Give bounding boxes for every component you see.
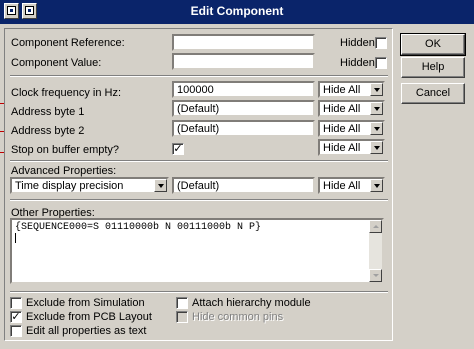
clock-visibility-value: Hide All	[323, 84, 361, 96]
scroll-down-icon[interactable]	[369, 269, 382, 282]
window-title: Edit Component	[190, 4, 284, 18]
separator	[10, 160, 388, 162]
other-properties-text: {SEQUENCE000=S 01110000b N 00111000b N P…	[15, 222, 262, 233]
attach-hierarchy-label: Attach hierarchy module	[192, 297, 311, 309]
help-button[interactable]: Help	[401, 57, 465, 78]
stop-checkbox[interactable]: ✓	[172, 143, 184, 155]
clock-label: Clock frequency in Hz:	[11, 87, 122, 99]
exclude-pcb-checkbox[interactable]: ✓	[10, 311, 22, 323]
advanced-visibility-select[interactable]: Hide All	[318, 177, 385, 194]
separator	[10, 75, 388, 77]
cancel-button[interactable]: Cancel	[401, 83, 465, 104]
address1-visibility-value: Hide All	[323, 103, 361, 115]
separator	[10, 291, 388, 293]
clock-visibility-select[interactable]: Hide All	[318, 81, 385, 98]
chevron-down-icon[interactable]	[370, 141, 383, 154]
ok-button[interactable]: OK	[400, 33, 466, 56]
reference-input[interactable]	[172, 34, 315, 51]
address1-input[interactable]: (Default)	[172, 100, 315, 117]
chevron-down-icon[interactable]	[154, 179, 167, 192]
chevron-down-icon[interactable]	[370, 122, 383, 135]
title-bar[interactable]: Edit Component	[0, 0, 474, 24]
edit-all-label: Edit all properties as text	[26, 325, 147, 337]
chevron-down-icon[interactable]	[370, 179, 383, 192]
value-hidden-label: Hidden:	[340, 57, 378, 69]
address2-visibility-value: Hide All	[323, 123, 361, 135]
exclude-simulation-checkbox[interactable]	[10, 297, 22, 309]
reference-hidden-checkbox[interactable]	[375, 37, 387, 49]
value-input[interactable]	[172, 53, 315, 70]
value-hidden-checkbox[interactable]	[375, 57, 387, 69]
address2-label: Address byte 2	[11, 125, 85, 137]
advanced-visibility-value: Hide All	[323, 180, 361, 192]
other-properties-textarea[interactable]: {SEQUENCE000=S 01110000b N 00111000b N P…	[10, 218, 384, 284]
advanced-property-select[interactable]: Time display precision	[10, 177, 169, 194]
attach-hierarchy-checkbox[interactable]	[176, 297, 188, 309]
advanced-value-input[interactable]: (Default)	[172, 177, 315, 194]
exclude-simulation-label: Exclude from Simulation	[26, 297, 145, 309]
text-caret	[15, 233, 16, 243]
edit-all-checkbox[interactable]	[10, 325, 22, 337]
advanced-label: Advanced Properties:	[11, 165, 117, 177]
hide-pins-label: Hide common pins	[192, 311, 284, 323]
advanced-property-value: Time display precision	[15, 180, 124, 192]
stop-visibility-select[interactable]: Hide All	[318, 139, 385, 156]
exclude-pcb-label: Exclude from PCB Layout	[26, 311, 152, 323]
stop-visibility-value: Hide All	[323, 142, 361, 154]
scroll-up-icon[interactable]	[369, 220, 382, 233]
address2-input[interactable]: (Default)	[172, 120, 315, 137]
reference-label: Component Reference:	[11, 37, 125, 49]
value-label: Component Value:	[11, 57, 102, 69]
chevron-down-icon[interactable]	[370, 83, 383, 96]
hide-pins-checkbox	[176, 311, 188, 323]
stop-label: Stop on buffer empty?	[11, 144, 120, 156]
address2-visibility-select[interactable]: Hide All	[318, 120, 385, 137]
separator	[10, 199, 388, 201]
chevron-down-icon[interactable]	[370, 102, 383, 115]
clock-input[interactable]: 100000	[172, 81, 315, 98]
textarea-scrollbar[interactable]	[369, 220, 382, 282]
address1-visibility-select[interactable]: Hide All	[318, 100, 385, 117]
reference-hidden-label: Hidden:	[340, 37, 378, 49]
address1-label: Address byte 1	[11, 106, 85, 118]
